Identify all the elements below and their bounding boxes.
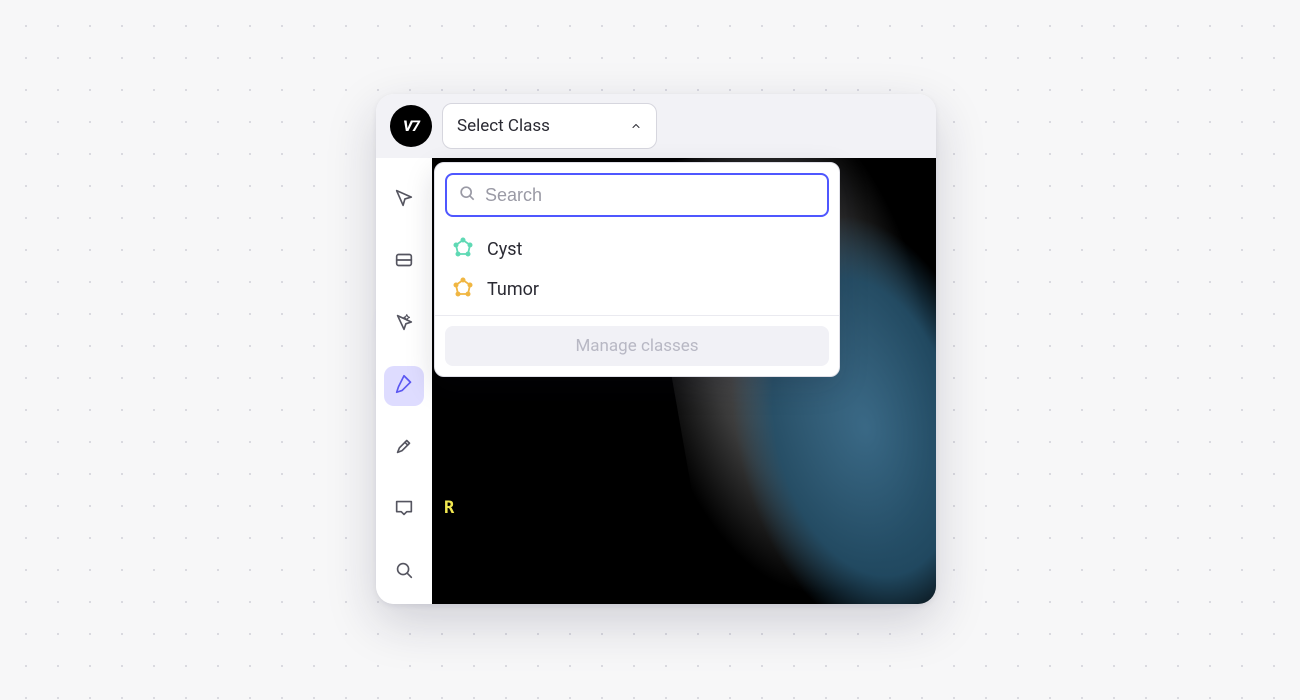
select-class-label: Select Class: [457, 116, 550, 136]
search-icon: [457, 183, 477, 207]
bounding-box-icon: [393, 249, 415, 275]
tool-brush[interactable]: [384, 428, 424, 468]
class-option-tumor[interactable]: Tumor: [435, 269, 839, 309]
polygon-class-icon: [451, 237, 475, 261]
class-dropdown-footer: Manage classes: [435, 315, 839, 376]
comment-icon: [393, 497, 415, 523]
class-option-cyst[interactable]: Cyst: [435, 229, 839, 269]
class-search-field[interactable]: [445, 173, 829, 217]
top-bar: V7 Select Class: [376, 94, 936, 158]
brand-text: V7: [403, 117, 419, 135]
tool-zoom[interactable]: [384, 552, 424, 592]
image-side-marker: R: [444, 498, 454, 518]
class-search-wrap: [435, 163, 839, 227]
chevron-up-icon: [630, 120, 642, 132]
class-search-input[interactable]: [485, 185, 817, 206]
class-option-label: Cyst: [487, 239, 522, 260]
app-window: V7 Select Class: [376, 94, 936, 604]
magic-cursor-icon: [393, 311, 415, 337]
brush-icon: [393, 435, 415, 461]
polygon-class-icon: [451, 277, 475, 301]
brand-logo: V7: [390, 105, 432, 147]
tool-comment[interactable]: [384, 490, 424, 530]
manage-classes-label: Manage classes: [575, 336, 698, 356]
tool-polygon[interactable]: [384, 366, 424, 406]
tool-auto-annotate[interactable]: [384, 304, 424, 344]
pen-icon: [393, 373, 415, 399]
search-icon: [393, 559, 415, 585]
class-list: Cyst Tumor: [435, 227, 839, 315]
left-toolbar: [376, 158, 432, 604]
tool-bounding-box[interactable]: [384, 242, 424, 282]
class-option-label: Tumor: [487, 279, 539, 300]
manage-classes-button[interactable]: Manage classes: [445, 326, 829, 366]
cursor-icon: [393, 187, 415, 213]
select-class-dropdown-trigger[interactable]: Select Class: [442, 103, 657, 149]
class-dropdown-panel: Cyst Tumor Manage classes: [434, 162, 840, 377]
tool-select[interactable]: [384, 180, 424, 220]
